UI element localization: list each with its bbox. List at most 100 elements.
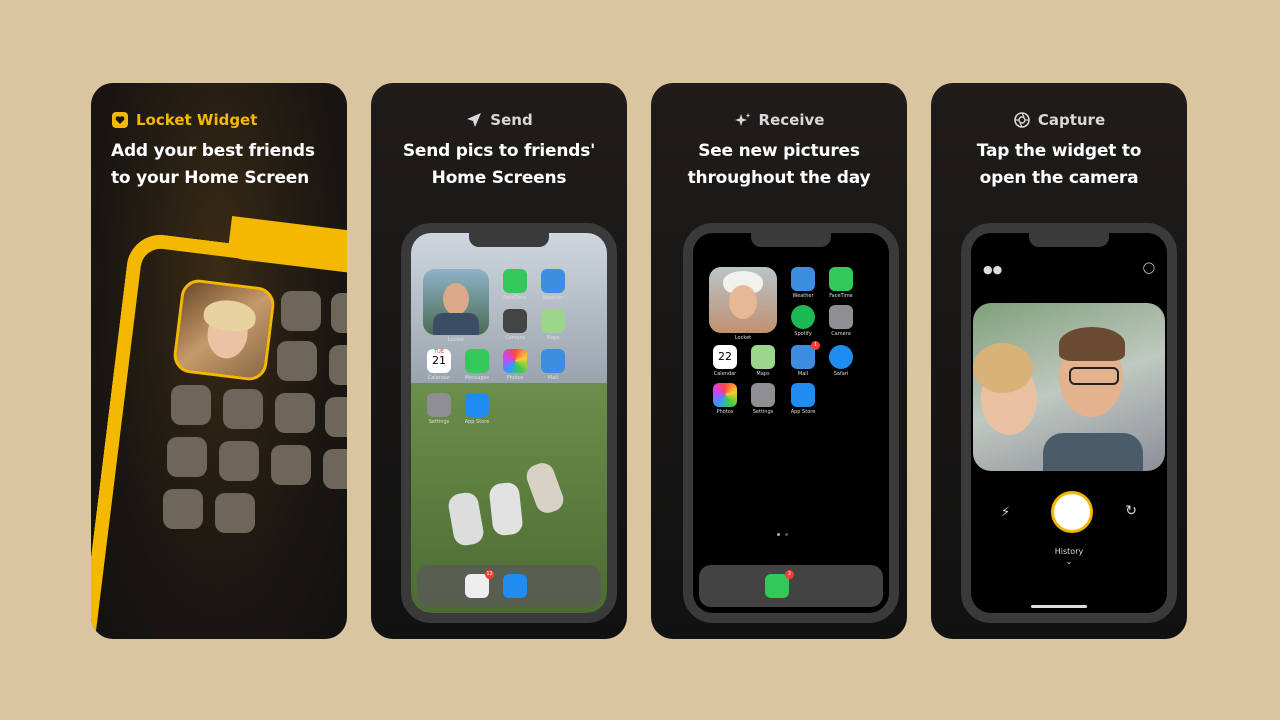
card-tag: Capture — [931, 111, 1187, 129]
phone-mockup: Locket Weather FaceTime Spotify Camera 2… — [683, 223, 899, 623]
widget-label: Locket — [447, 337, 465, 343]
app-placeholder — [223, 389, 263, 429]
phone-notch — [751, 233, 831, 247]
widget-label: Locket — [734, 335, 752, 341]
calendar-date: 21 — [432, 354, 446, 367]
weather-icon[interactable] — [541, 269, 565, 293]
settings-icon[interactable] — [427, 393, 451, 417]
maps-icon[interactable] — [751, 345, 775, 369]
mail-icon[interactable] — [541, 349, 565, 373]
app-placeholder — [167, 437, 207, 477]
photos-icon[interactable] — [503, 349, 527, 373]
heart-icon — [111, 111, 129, 129]
phone-notch — [469, 233, 549, 247]
app-placeholder — [271, 445, 311, 485]
app-label: Mail — [547, 375, 559, 381]
promo-card-capture: Capture Tap the widget to open the camer… — [931, 83, 1187, 639]
shutter-button[interactable] — [1051, 491, 1093, 533]
app-label: Calendar — [713, 371, 737, 377]
chevron-down-icon[interactable]: ⌄ — [971, 557, 1167, 566]
promo-card-send: Send Send pics to friends' Home Screens … — [371, 83, 627, 639]
facetime-icon[interactable] — [503, 269, 527, 293]
card-tag-label: Receive — [758, 111, 825, 129]
camera-aperture-icon — [1013, 111, 1031, 129]
locket-widget-photo — [709, 267, 777, 333]
app-label: Settings — [752, 409, 774, 415]
settings-icon[interactable] — [751, 383, 775, 407]
headline-line-1: Tap the widget to — [976, 141, 1142, 161]
messages-icon[interactable] — [465, 349, 489, 373]
camera-icon[interactable] — [503, 309, 527, 333]
flash-icon[interactable]: ⚡ — [1001, 505, 1010, 520]
app-placeholder — [323, 449, 347, 489]
app-label: Messages — [464, 375, 490, 381]
app-label: Mail — [797, 371, 809, 377]
app-store-icon[interactable] — [791, 383, 815, 407]
paper-plane-icon — [465, 111, 483, 129]
app-placeholder — [275, 393, 315, 433]
notification-badge: 2 — [785, 570, 794, 579]
calendar-date: 22 — [718, 350, 732, 363]
app-label: Safari — [833, 371, 849, 377]
history-label[interactable]: History — [971, 547, 1167, 556]
app-label: App Store — [790, 409, 816, 415]
app-placeholder — [277, 341, 317, 381]
app-label: Spotify — [794, 331, 812, 337]
camera-icon[interactable] — [829, 305, 853, 329]
app-label: FaceTime — [829, 293, 853, 299]
app-label: App Store — [464, 419, 490, 425]
calendar-icon[interactable]: TUE 21 — [427, 349, 451, 373]
headline-line-2: Home Screens — [431, 168, 567, 188]
app-label: Calendar — [427, 375, 451, 381]
dock: 12 — [417, 565, 601, 607]
weather-icon[interactable] — [791, 267, 815, 291]
maps-icon[interactable] — [541, 309, 565, 333]
phone-mockup: Locket FaceTime Weather Camera Maps TUE … — [401, 223, 617, 623]
locket-widget-photo — [171, 277, 277, 383]
headline-line-1: See new pictures — [698, 141, 860, 161]
notification-badge: 12 — [485, 570, 494, 579]
app-label: Weather — [792, 293, 814, 299]
card-tag: Locket Widget — [111, 111, 347, 129]
app-placeholder — [325, 397, 347, 437]
app-label: Maps — [546, 335, 560, 341]
safari-icon[interactable] — [503, 574, 527, 598]
app-placeholder — [215, 493, 255, 533]
app-placeholder — [281, 291, 321, 331]
app-store-icon[interactable] — [465, 393, 489, 417]
promo-card-locket-widget: Locket Widget Add your best friends to y… — [91, 83, 347, 639]
camera-viewfinder — [973, 303, 1165, 471]
photos-icon[interactable] — [713, 383, 737, 407]
phone-notch — [1029, 233, 1109, 247]
headline-line-2: to your Home Screen — [111, 168, 310, 188]
app-placeholder — [219, 441, 259, 481]
app-placeholder — [331, 293, 347, 333]
page-dot — [785, 533, 788, 536]
card-tag-label: Capture — [1037, 111, 1106, 129]
flip-camera-icon[interactable]: ↻ — [1125, 503, 1137, 519]
notification-badge: 1 — [811, 341, 820, 350]
sparkles-icon — [734, 111, 752, 129]
app-placeholder — [163, 489, 203, 529]
dock: 2 — [699, 565, 883, 607]
phone-mockup: ●● ◯ ⚡ ↻ History ⌄ — [961, 223, 1177, 623]
facetime-icon[interactable] — [829, 267, 853, 291]
friends-icon[interactable]: ●● — [983, 263, 1002, 276]
calendar-icon[interactable]: 22 — [713, 345, 737, 369]
spotify-icon[interactable] — [791, 305, 815, 329]
headline-line-1: Add your best friends — [111, 141, 315, 161]
card-tag-label: Send — [490, 111, 533, 129]
app-label: Maps — [756, 371, 770, 377]
safari-icon[interactable] — [829, 345, 853, 369]
page-dot — [777, 533, 780, 536]
app-label: Photos — [506, 375, 524, 381]
locket-widget-photo — [423, 269, 489, 335]
home-indicator — [1031, 605, 1087, 608]
app-label: Camera — [831, 331, 851, 337]
profile-icon[interactable]: ◯ — [1143, 261, 1155, 274]
headline-line-1: Send pics to friends' — [402, 141, 596, 161]
promo-card-receive: Receive See new pictures throughout the … — [651, 83, 907, 639]
app-placeholder — [171, 385, 211, 425]
headline-line-2: throughout the day — [687, 168, 871, 188]
headline-line-2: open the camera — [979, 168, 1139, 188]
